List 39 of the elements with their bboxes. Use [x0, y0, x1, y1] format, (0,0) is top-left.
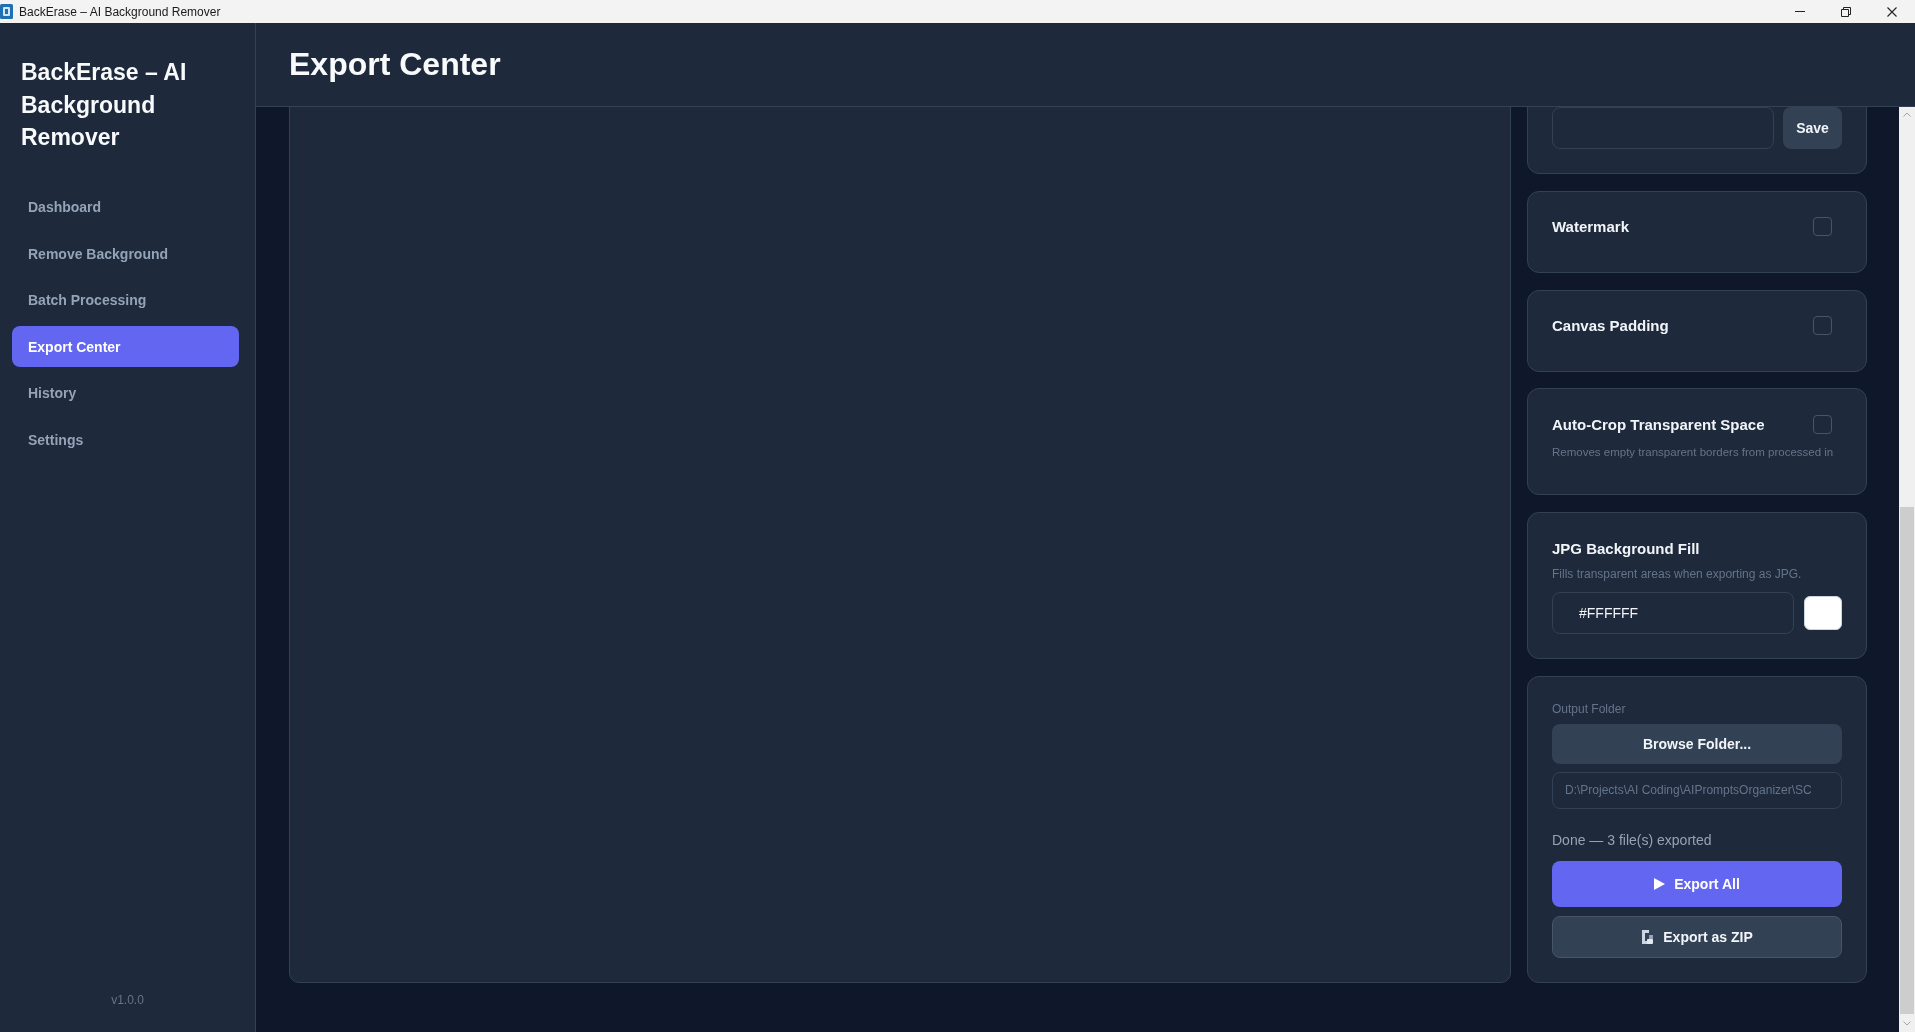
option-label: Auto-Crop Transparent Space — [1552, 415, 1765, 433]
folder-path-field[interactable]: D:\Projects\AI Coding\AIPromptsOrganizer\SC — [1552, 772, 1842, 809]
input-field[interactable] — [1552, 107, 1774, 149]
sidebar-item[interactable]: Batch Processing — [12, 279, 239, 321]
option-label: Canvas Padding — [1552, 317, 1669, 335]
version-label: v1.0.0 — [111, 992, 144, 1008]
export-status: Done — 3 file(s) exported — [1552, 831, 1713, 850]
sidebar-item[interactable]: History — [12, 372, 239, 414]
checkbox[interactable] — [1813, 414, 1832, 434]
scroll-down-icon[interactable] — [1903, 1021, 1911, 1026]
export-all-button[interactable]: Export All — [1552, 861, 1842, 907]
export-zip-button[interactable]: Export as ZIP — [1552, 916, 1842, 958]
save-button[interactable]: Save — [1783, 107, 1842, 149]
scrollbar-thumb[interactable] — [1900, 507, 1914, 1014]
output-folder-label: Output Folder — [1552, 701, 1627, 717]
sidebar-item[interactable]: Settings — [12, 419, 239, 461]
restore-icon — [1841, 6, 1851, 17]
sidebar-item[interactable]: Dashboard — [12, 186, 239, 228]
app-brand: BackErase – AI Background Remover — [21, 58, 188, 152]
play-icon — [1654, 878, 1666, 890]
option-label: Watermark — [1552, 218, 1629, 236]
sidebar-item[interactable]: Remove Background — [12, 233, 239, 275]
section-description: Fills transparent areas when exporting as JPG. — [1552, 566, 1803, 583]
scrollbar[interactable] — [1899, 107, 1915, 1032]
checkbox[interactable] — [1813, 316, 1832, 336]
color-swatch-icon[interactable] — [1804, 596, 1842, 631]
checkbox[interactable] — [1813, 217, 1832, 237]
color-hex-field[interactable]: #FFFFFF — [1552, 592, 1794, 635]
page-title: Export Center — [289, 46, 501, 83]
scroll-up-icon[interactable] — [1903, 112, 1911, 117]
close-icon — [1887, 6, 1897, 17]
app-icon — [0, 4, 13, 19]
browse-folder-button[interactable]: Browse Folder... — [1552, 724, 1842, 764]
clamp-icon — [1641, 929, 1655, 945]
minimize-icon — [1795, 11, 1805, 12]
section-title: JPG Background Fill — [1552, 539, 1701, 560]
option-description: Removes empty transparent borders from processed in — [1552, 445, 1835, 461]
sidebar-item[interactable]: Export Center — [12, 326, 239, 368]
window-title: BackErase – AI Background Remover — [19, 4, 221, 19]
